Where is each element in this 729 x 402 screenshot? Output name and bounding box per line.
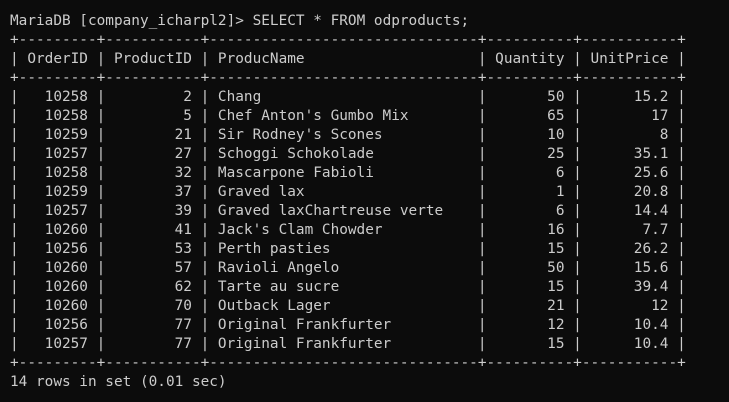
sql-command: SELECT * FROM odproducts; xyxy=(252,13,470,29)
table-header-row: | OrderID | ProductID | ProducName | Qua… xyxy=(10,51,686,67)
table-row: | 10258 | 5 | Chef Anton's Gumbo Mix | 6… xyxy=(10,108,686,124)
table-row: | 10257 | 27 | Schoggi Schokolade | 25 |… xyxy=(10,146,686,162)
terminal-window[interactable]: MariaDB [company_icharpl2]> SELECT * FRO… xyxy=(10,12,722,392)
table-row: | 10259 | 37 | Graved lax | 1 | 20.8 | xyxy=(10,184,686,200)
table-row: | 10258 | 32 | Mascarpone Fabioli | 6 | … xyxy=(10,165,686,181)
table-border-top: +---------+-----------+-----------------… xyxy=(10,32,686,48)
table-row: | 10258 | 2 | Chang | 50 | 15.2 | xyxy=(10,89,686,105)
table-row: | 10260 | 41 | Jack's Clam Chowder | 16 … xyxy=(10,222,686,238)
table-border-bottom: +---------+-----------+-----------------… xyxy=(10,355,686,371)
table-row: | 10257 | 39 | Graved laxChartreuse vert… xyxy=(10,203,686,219)
table-row: | 10260 | 57 | Ravioli Angelo | 50 | 15.… xyxy=(10,260,686,276)
command-line: MariaDB [company_icharpl2]> SELECT * FRO… xyxy=(10,12,722,31)
table-row: | 10260 | 62 | Tarte au sucre | 15 | 39.… xyxy=(10,279,686,295)
result-summary: 14 rows in set (0.01 sec) xyxy=(10,374,227,390)
table-row: | 10256 | 77 | Original Frankfurter | 12… xyxy=(10,317,686,333)
table-row: | 10260 | 70 | Outback Lager | 21 | 12 | xyxy=(10,298,686,314)
table-border-middle: +---------+-----------+-----------------… xyxy=(10,70,686,86)
table-row: | 10259 | 21 | Sir Rodney's Scones | 10 … xyxy=(10,127,686,143)
table-row: | 10257 | 77 | Original Frankfurter | 15… xyxy=(10,336,686,352)
table-row: | 10256 | 53 | Perth pasties | 15 | 26.2… xyxy=(10,241,686,257)
mariadb-prompt: MariaDB [company_icharpl2]> xyxy=(10,13,244,29)
